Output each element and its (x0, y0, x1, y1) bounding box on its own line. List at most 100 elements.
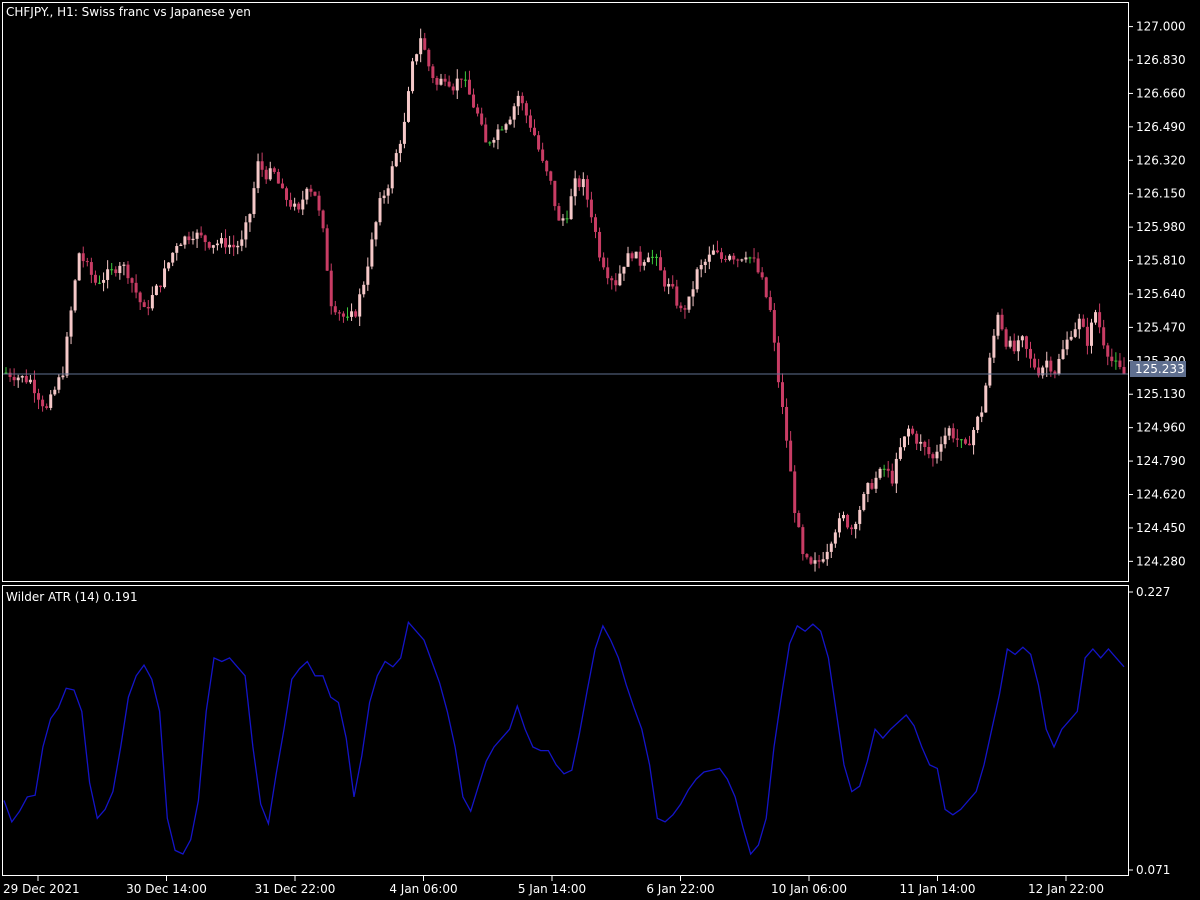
candle-body (817, 560, 821, 562)
candle-body (134, 282, 138, 293)
candle-body (167, 262, 171, 269)
candle-body (898, 447, 902, 459)
candle-body (297, 203, 301, 210)
candle-body (179, 244, 183, 247)
candle-body (57, 377, 61, 390)
indicator-title: Wilder ATR (14) 0.191 (6, 590, 138, 604)
candle-body (886, 468, 890, 471)
candle-body (1081, 318, 1085, 327)
candle-body (211, 245, 215, 248)
candle-body (244, 222, 248, 240)
candle-body (809, 557, 813, 564)
candle-body (492, 139, 496, 143)
candle-body (1012, 340, 1016, 352)
candle-body (862, 494, 866, 510)
candle-body (980, 412, 984, 417)
candle-body (935, 451, 939, 459)
candle-body (602, 257, 606, 268)
candle-body (272, 168, 276, 172)
candle-body (854, 523, 858, 530)
candle-body (963, 439, 967, 444)
candle-body (736, 259, 740, 261)
price-tick-label: 126.150 (1136, 187, 1186, 201)
candle-body (1069, 336, 1073, 340)
candle-body (463, 79, 467, 81)
chart-background (0, 0, 1200, 900)
candle-body (927, 447, 931, 455)
candle-body (500, 129, 504, 131)
candle-body (1098, 312, 1102, 328)
atr-tick-label: 0.071 (1136, 863, 1170, 877)
price-tick-label: 126.660 (1136, 86, 1186, 100)
candle-body (1077, 318, 1081, 330)
candle-body (516, 95, 520, 107)
candle-body (654, 256, 658, 258)
candle-body (1102, 327, 1106, 346)
candle-body (976, 416, 980, 430)
candle-body (890, 470, 894, 484)
candle-body (805, 554, 809, 558)
candle-body (345, 316, 349, 318)
candle-body (650, 256, 654, 258)
candle-body (959, 439, 963, 441)
candle-body (366, 266, 370, 285)
candle-body (553, 180, 557, 207)
time-tick-label: 12 Jan 22:00 (1028, 882, 1104, 896)
candle-body (98, 282, 102, 284)
candle-body (260, 161, 264, 170)
candle-body (77, 253, 81, 281)
candle-body (45, 406, 49, 408)
candle-body (126, 264, 130, 279)
candle-body (28, 379, 32, 383)
candle-body (1089, 322, 1093, 346)
candle-body (337, 312, 341, 314)
candle-body (73, 280, 77, 311)
candle-body (915, 433, 919, 444)
candle-body (8, 372, 12, 377)
candle-body (841, 514, 845, 519)
candle-body (984, 385, 988, 413)
candle-body (175, 246, 179, 253)
candle-body (110, 269, 114, 271)
candle-body (504, 124, 508, 130)
candle-body (114, 269, 118, 274)
price-tick-label: 124.960 (1136, 421, 1186, 435)
candle-body (541, 149, 545, 161)
price-tick-label: 126.490 (1136, 120, 1186, 134)
candle-body (1053, 371, 1057, 374)
candle-body (622, 266, 626, 274)
candle-body (943, 435, 947, 445)
candle-body (833, 532, 837, 544)
candle-body (768, 297, 772, 311)
candle-body (81, 253, 85, 262)
candle-body (537, 135, 541, 150)
candle-body (301, 199, 305, 210)
candle-body (313, 191, 317, 196)
candle-body (285, 188, 289, 200)
candle-body (207, 242, 211, 248)
candle-body (37, 393, 41, 400)
candle-body (760, 272, 764, 278)
candle-body (1065, 339, 1069, 350)
candle-body (203, 235, 207, 243)
price-tick-label: 126.830 (1136, 53, 1186, 67)
candle-body (163, 268, 167, 288)
candle-body (606, 267, 610, 279)
candle-body (911, 428, 915, 434)
candle-body (638, 251, 642, 266)
candle-body (122, 264, 126, 266)
candle-body (16, 377, 20, 381)
candle-body (687, 296, 691, 310)
candle-body (236, 245, 240, 248)
candle-body (378, 198, 382, 223)
candle-body (569, 196, 573, 220)
candle-body (996, 314, 1000, 336)
candle-body (691, 289, 695, 297)
candle-body (894, 458, 898, 484)
candle-body (447, 81, 451, 87)
candle-body (476, 107, 480, 114)
price-tick-label: 125.810 (1136, 254, 1186, 268)
candle-body (1073, 329, 1077, 337)
candle-body (789, 440, 793, 472)
candle-body (593, 217, 597, 232)
